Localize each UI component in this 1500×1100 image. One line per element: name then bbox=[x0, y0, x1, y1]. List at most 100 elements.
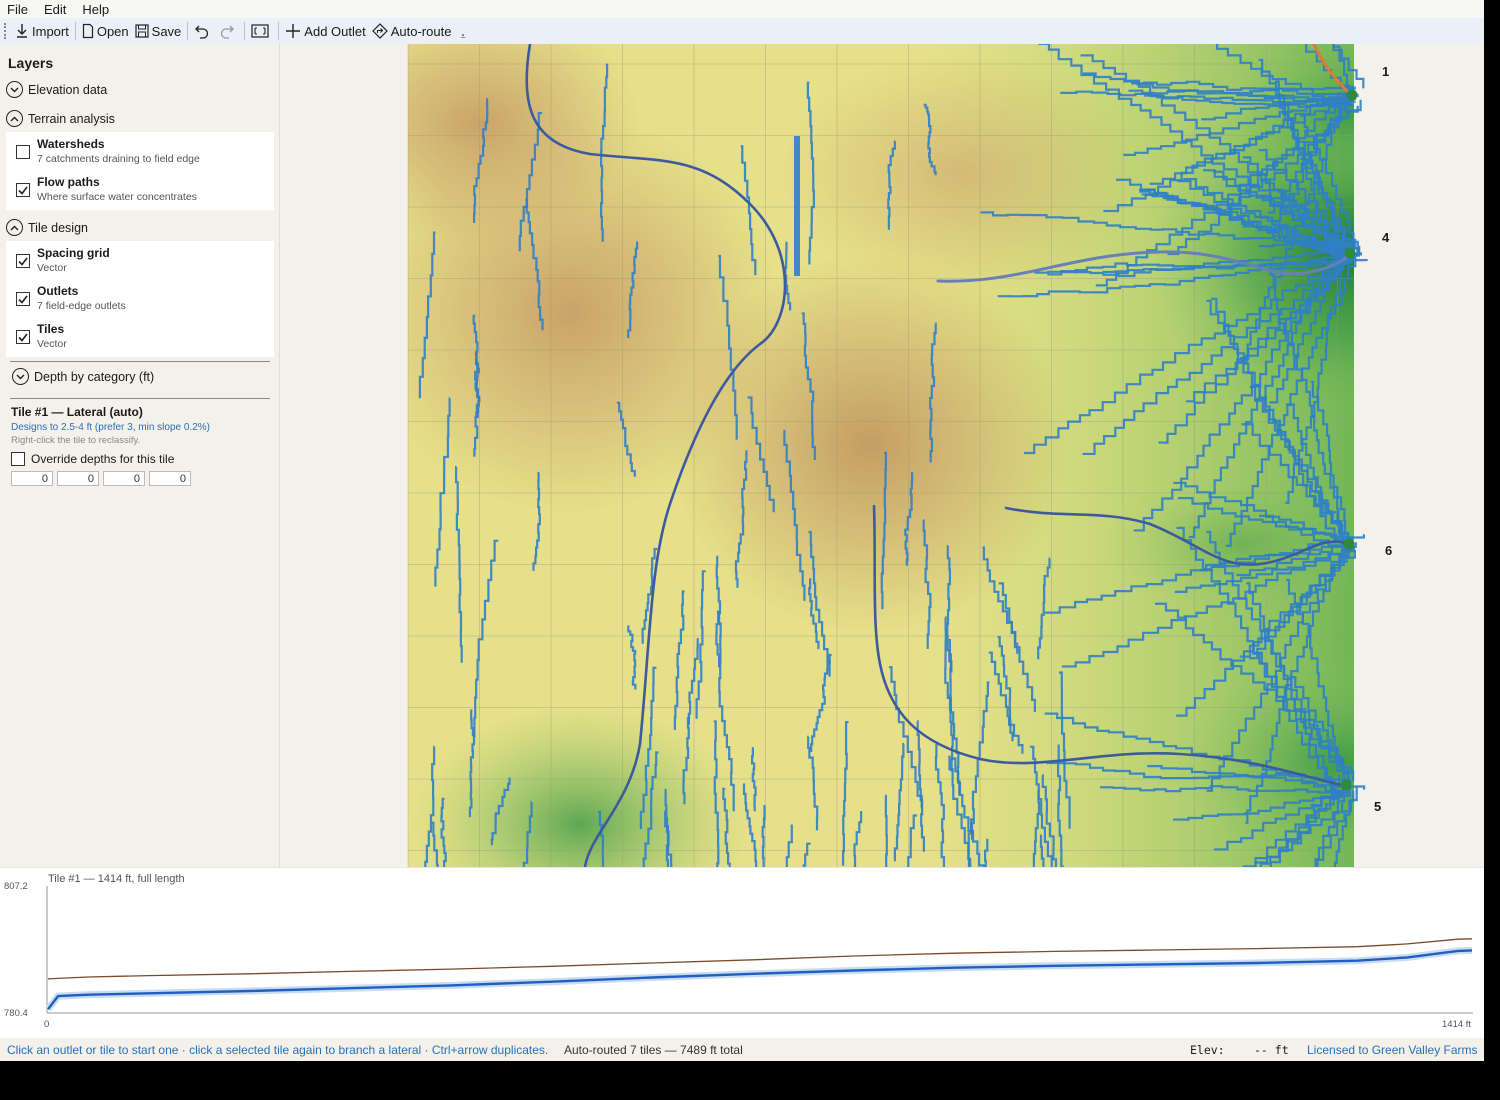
toolbar-separator bbox=[74, 22, 76, 40]
elevation-map[interactable] bbox=[280, 44, 1484, 867]
flow-paths-checkbox[interactable] bbox=[16, 183, 30, 197]
layer-description: Vector bbox=[37, 338, 67, 350]
undo-button[interactable] bbox=[191, 20, 216, 42]
divider bbox=[10, 398, 270, 399]
map-view[interactable]: 1 4 6 5 bbox=[280, 44, 1484, 867]
depth-inputs bbox=[11, 471, 195, 486]
group-tile-design[interactable]: Tile design bbox=[6, 219, 88, 236]
profile-x-max-label: 1414 ft bbox=[1442, 1019, 1471, 1030]
fit-view-button[interactable] bbox=[248, 20, 275, 42]
group-elevation-data[interactable]: Elevation data bbox=[6, 81, 107, 98]
profile-y-min-label: 780.4 bbox=[4, 1008, 28, 1019]
checkmark-icon bbox=[18, 257, 28, 266]
save-icon bbox=[135, 24, 149, 38]
override-depths-label: Override depths for this tile bbox=[31, 452, 175, 466]
status-hint: Click an outlet or tile to start one · c… bbox=[7, 1043, 549, 1057]
layer-name: Spacing grid bbox=[37, 246, 110, 260]
layer-spacing-grid: Spacing grid Vector bbox=[6, 243, 274, 281]
route-icon bbox=[371, 23, 388, 39]
depth-input-3[interactable] bbox=[103, 471, 145, 486]
menu-bar: File Edit Help bbox=[0, 0, 1484, 18]
layer-watersheds: Watersheds 7 catchments draining to fiel… bbox=[6, 134, 274, 172]
chevron-down-icon bbox=[12, 368, 29, 385]
layers-title: Layers bbox=[8, 55, 54, 71]
layer-name: Tiles bbox=[37, 322, 65, 336]
group-label: Depth by category (ft) bbox=[34, 369, 155, 384]
elevation-profile-chart[interactable]: Tile #1 — 1414 ft, full length 807.2 780… bbox=[0, 868, 1484, 1039]
chevron-up-icon bbox=[6, 219, 23, 236]
layer-name: Watersheds bbox=[37, 137, 105, 151]
chevron-up-icon bbox=[6, 110, 23, 127]
elevation-readout-value: -- ft bbox=[1254, 1043, 1289, 1057]
toolbar: Import Open Save Add Outlet Auto-route ⩡ bbox=[0, 18, 1484, 44]
checkmark-icon bbox=[18, 186, 28, 195]
outlet-4-label: 4 bbox=[1382, 230, 1390, 245]
depth-input-2[interactable] bbox=[57, 471, 99, 486]
menu-edit[interactable]: Edit bbox=[44, 2, 66, 17]
outlet-6-marker[interactable] bbox=[1343, 538, 1355, 550]
document-icon bbox=[82, 23, 93, 39]
checkmark-icon bbox=[18, 333, 28, 342]
save-label: Save bbox=[151, 23, 182, 39]
tiles-checkbox[interactable] bbox=[16, 330, 30, 344]
layer-tiles: Tiles Vector bbox=[6, 319, 274, 357]
menu-help[interactable]: Help bbox=[82, 2, 109, 17]
override-depths-checkbox[interactable] bbox=[11, 452, 25, 466]
layer-description: Vector bbox=[37, 262, 67, 274]
toolbar-separator bbox=[244, 22, 246, 40]
checkmark-icon bbox=[18, 295, 28, 304]
override-depths-toggle[interactable]: Override depths for this tile bbox=[11, 452, 174, 466]
auto-route-button[interactable]: Auto-route bbox=[369, 20, 455, 42]
import-button[interactable]: Import bbox=[12, 20, 72, 42]
fit-view-icon bbox=[251, 24, 269, 38]
autoroute-summary: Auto-routed 7 tiles — 7489 ft total bbox=[564, 1043, 743, 1057]
menu-file[interactable]: File bbox=[7, 2, 28, 17]
profile-x-min-label: 0 bbox=[44, 1019, 49, 1030]
layer-flow-paths: Flow paths Where surface water concentra… bbox=[6, 172, 274, 210]
selected-tile-title: Tile #1 — Lateral (auto) bbox=[11, 405, 143, 419]
divider bbox=[10, 361, 270, 362]
outlet-1-marker[interactable] bbox=[1346, 89, 1358, 101]
outlets-checkbox[interactable] bbox=[16, 292, 30, 306]
outlet-5-label: 5 bbox=[1374, 799, 1382, 814]
group-terrain-analysis[interactable]: Terrain analysis bbox=[6, 110, 115, 127]
save-button[interactable]: Save bbox=[132, 20, 185, 42]
layer-name: Outlets bbox=[37, 284, 79, 298]
profile-series bbox=[45, 938, 1473, 1012]
layer-description: 7 catchments draining to field edge bbox=[37, 153, 200, 165]
toolbar-overflow-icon[interactable]: ⩡ bbox=[460, 31, 465, 42]
open-label: Open bbox=[96, 23, 129, 39]
selected-tile-design-spec: Designs to 2.5-4 ft (prefer 3, min slope… bbox=[11, 422, 210, 433]
license-link[interactable]: Licensed to Green Valley Farms bbox=[1307, 1043, 1478, 1057]
open-button[interactable]: Open bbox=[79, 20, 132, 42]
layer-description: 7 field-edge outlets bbox=[37, 300, 126, 312]
group-label: Tile design bbox=[28, 220, 88, 235]
group-label: Elevation data bbox=[28, 82, 108, 97]
redo-icon bbox=[221, 25, 235, 39]
toolbar-separator bbox=[278, 22, 280, 40]
flow-pool bbox=[794, 136, 800, 276]
status-bar: Click an outlet or tile to start one · c… bbox=[0, 1038, 1484, 1061]
depth-input-1[interactable] bbox=[11, 471, 53, 486]
outlet-4-marker[interactable] bbox=[1344, 247, 1356, 259]
import-icon bbox=[17, 24, 27, 38]
outlet-6-label: 6 bbox=[1385, 543, 1393, 558]
chevron-down-icon bbox=[6, 81, 23, 98]
tile-layers-panel: Spacing grid Vector Outlets 7 field-edge… bbox=[6, 241, 274, 357]
depth-input-4[interactable] bbox=[149, 471, 191, 486]
outlet-5-marker[interactable] bbox=[1340, 779, 1352, 791]
add-outlet-button[interactable]: Add Outlet bbox=[282, 20, 368, 42]
elevation-profile-panel: Tile #1 — 1414 ft, full length 807.2 780… bbox=[0, 867, 1484, 1038]
watersheds-checkbox[interactable] bbox=[16, 145, 30, 159]
terrain-layers-panel: Watersheds 7 catchments draining to fiel… bbox=[6, 132, 274, 210]
auto-route-label: Auto-route bbox=[390, 23, 452, 39]
group-depth-by-category[interactable]: Depth by category (ft) bbox=[12, 368, 154, 385]
layer-description: Where surface water concentrates bbox=[37, 191, 197, 203]
plus-icon bbox=[286, 24, 301, 38]
selected-tile-hint: Right-click the tile to reclassify. bbox=[11, 435, 141, 446]
redo-button[interactable] bbox=[216, 20, 241, 42]
toolbar-separator bbox=[187, 22, 189, 40]
layer-name: Flow paths bbox=[37, 175, 100, 189]
spacing-grid-checkbox[interactable] bbox=[16, 254, 30, 268]
toolbar-grip[interactable] bbox=[4, 23, 8, 39]
